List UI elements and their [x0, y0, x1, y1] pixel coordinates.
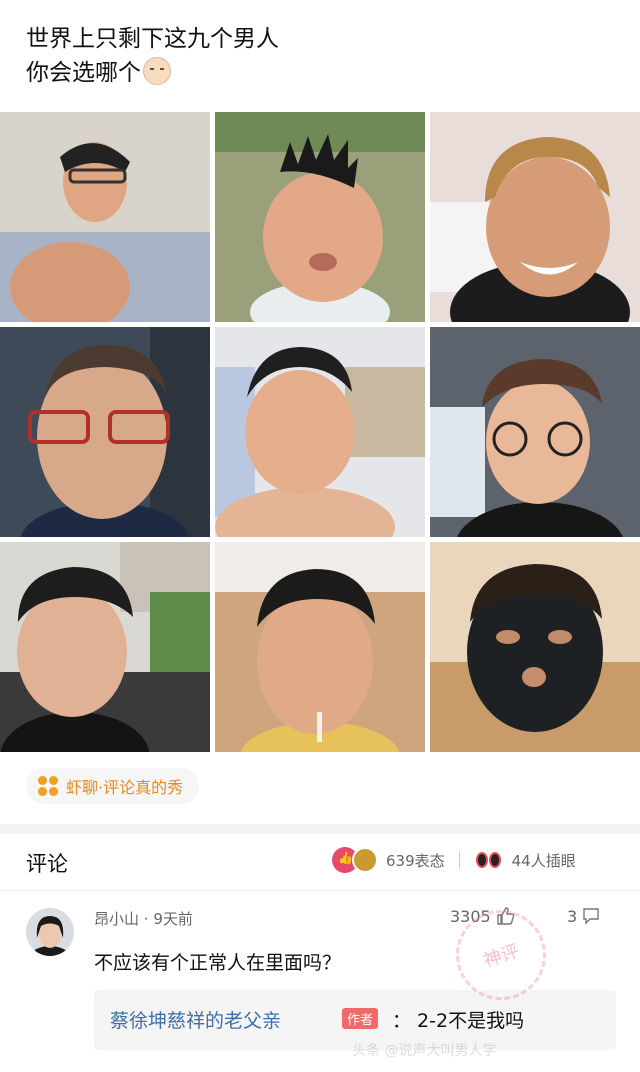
reactions-count: 639表态: [386, 851, 445, 870]
photo-3-3[interactable]: [430, 542, 640, 752]
comment-text: 不应该有个正常人在里面吗？: [94, 952, 342, 974]
post-title: 世界上只剩下这九个男人 你会选哪个: [26, 22, 279, 90]
divider: [458, 852, 460, 868]
comment-time: · 9天前: [143, 910, 193, 928]
reply-count: 3: [567, 906, 578, 926]
watermark: 头条 @说声大叫男人学: [352, 1043, 497, 1059]
photo-1-2[interactable]: [215, 112, 425, 322]
topic-tag[interactable]: 虾聊·评论真的秀: [26, 768, 200, 804]
photo-2-2[interactable]: [215, 327, 425, 537]
section-divider: [0, 824, 640, 834]
comment-bubble-icon: [583, 908, 599, 925]
reactions-summary[interactable]: 639表态 44人插眼: [332, 847, 576, 873]
comments-header: 评论 639表态 44人插眼: [0, 834, 640, 891]
comment-item: 昂小山 · 9天前 3305 3 不应该有个正常人在里面吗？ 蔡徐坤慈祥的老父亲…: [0, 892, 640, 1072]
reply-author[interactable]: 蔡徐坤慈祥的老父亲: [110, 1006, 281, 1033]
smirk-face-icon: [143, 57, 171, 85]
eyes-icon: [474, 848, 504, 872]
interject-count[interactable]: 44人插眼: [512, 850, 576, 871]
laugh-reaction-icon: [352, 847, 378, 873]
flower-icon: [38, 776, 58, 796]
reply-button[interactable]: 3: [567, 906, 601, 926]
avatar[interactable]: [26, 908, 74, 956]
photo-1-3[interactable]: [430, 112, 640, 322]
author-badge: 作者: [342, 1008, 379, 1029]
comment-username[interactable]: 昂小山: [94, 910, 139, 928]
photo-1-1[interactable]: [0, 112, 210, 322]
comments-title: 评论: [26, 852, 68, 876]
reply-text: ： 2-2不是我吗: [392, 1010, 525, 1032]
photo-2-1[interactable]: [0, 327, 210, 537]
topic-tag-label: 虾聊·评论真的秀: [66, 778, 184, 797]
photo-3-2[interactable]: [215, 542, 425, 752]
photo-grid: [0, 112, 640, 752]
photo-2-3[interactable]: [430, 327, 640, 537]
post-title-line-2: 你会选哪个: [26, 60, 141, 86]
post-title-line-1: 世界上只剩下这九个男人: [26, 26, 279, 52]
photo-3-1[interactable]: [0, 542, 210, 752]
